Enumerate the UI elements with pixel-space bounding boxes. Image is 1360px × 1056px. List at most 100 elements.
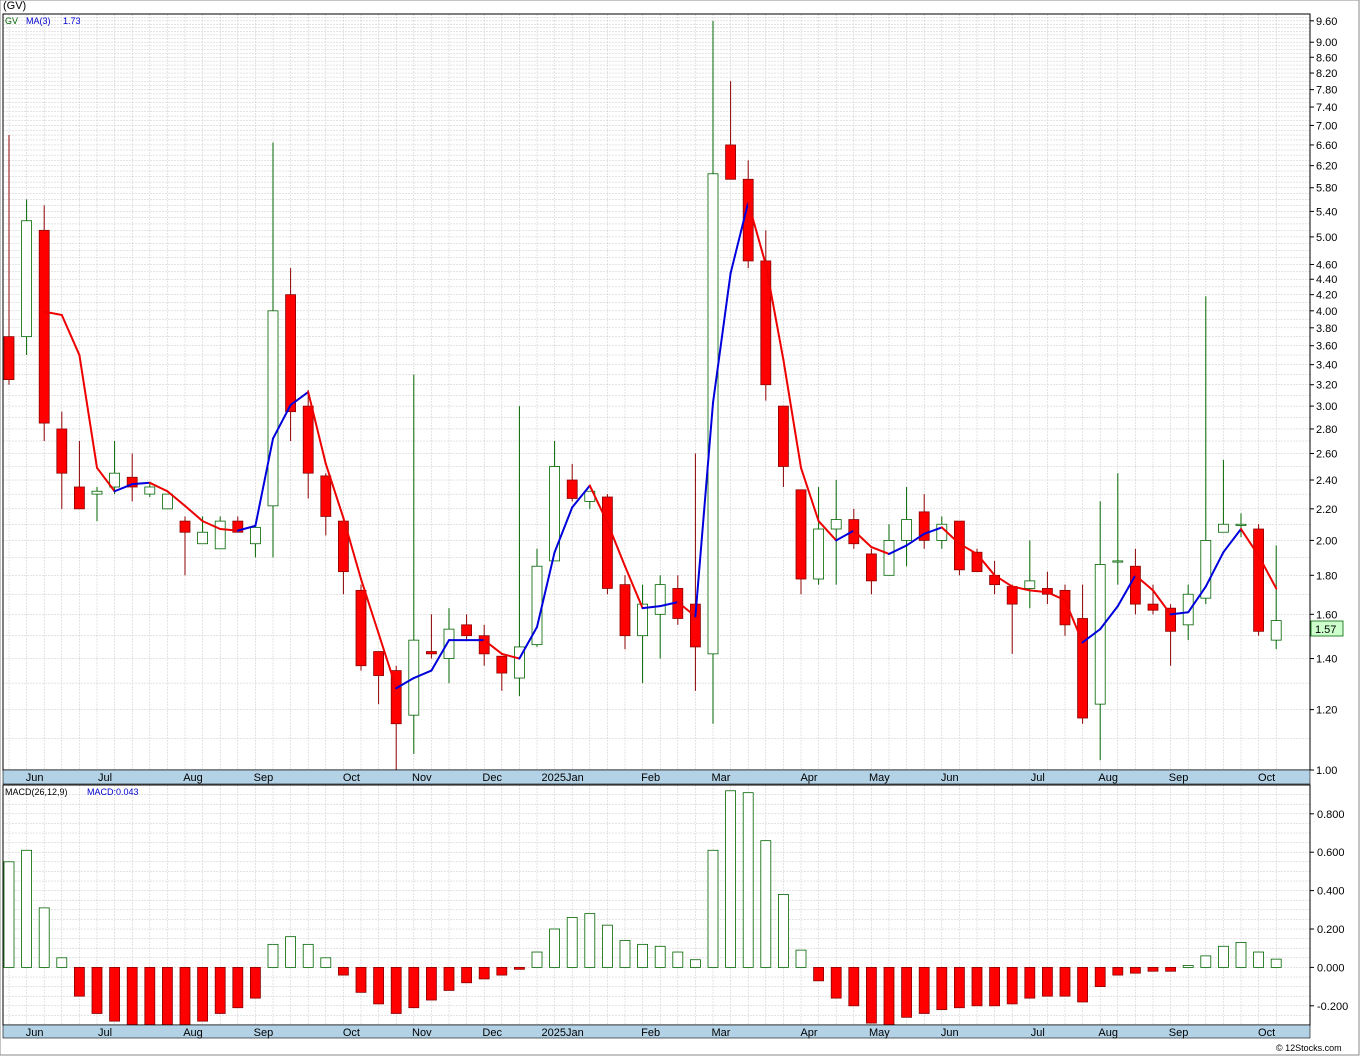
macd-y-label: -0.200 [1317, 1001, 1348, 1013]
macd-bar [408, 967, 420, 1009]
price-x-label: Oct [343, 772, 360, 784]
macd-bar [214, 967, 226, 1014]
macd-bar [285, 936, 297, 968]
candle-body [830, 519, 842, 530]
price-y-label: 3.20 [1316, 380, 1337, 392]
candle-body [619, 584, 631, 637]
candle-body [179, 520, 191, 533]
macd-bar [707, 849, 719, 968]
price-y-label: 1.60 [1316, 609, 1337, 621]
macd-bar [531, 951, 543, 968]
price-y-label: 9.60 [1316, 16, 1337, 28]
macd-bar [443, 967, 455, 991]
price-x-label: Nov [412, 772, 432, 784]
candle-body [813, 528, 824, 580]
macd-bar [373, 967, 385, 1005]
price-y-label: 7.00 [1316, 120, 1337, 132]
macd-bar [549, 928, 560, 968]
macd-bar [390, 967, 402, 1014]
legend-ma-value: 1.73 [63, 16, 81, 26]
price-y-label: 8.20 [1316, 68, 1337, 80]
candle-body [285, 294, 297, 413]
macd-bar [179, 967, 191, 1026]
legend-ma-label: MA(3) [26, 16, 51, 26]
candle-body [197, 531, 209, 545]
legend-macd-value: MACD:0.043 [87, 787, 139, 797]
price-x-label: Sep [1169, 772, 1189, 784]
price-y-label: 5.80 [1316, 183, 1337, 195]
macd-y-label: 0.600 [1317, 847, 1345, 859]
macd-bar [1077, 967, 1088, 1003]
candle-body [1200, 540, 1212, 599]
macd-bar [1042, 967, 1053, 997]
macd-bar [56, 957, 68, 968]
macd-bar [866, 967, 877, 1024]
price-y-label: 5.00 [1316, 232, 1337, 244]
macd-bar [989, 967, 1000, 1007]
macd-bar [355, 967, 367, 993]
price-x-label: Mar [712, 772, 731, 784]
price-y-label: 3.00 [1316, 401, 1337, 413]
price-y-label: 3.40 [1316, 360, 1337, 372]
macd-bar [1112, 967, 1124, 976]
stock-chart: Jun Jul Aug Sep Oct Nov Dec 2025Jan Feb Mar Apr May… [0, 0, 1360, 1056]
candle-body [443, 628, 455, 659]
candle-body [425, 651, 437, 655]
macd-y-label: 0.200 [1317, 924, 1345, 936]
macd-bar [21, 849, 33, 968]
candle-body [355, 589, 367, 667]
legend-symbol: GV [5, 16, 18, 26]
macd-bar [918, 967, 930, 1014]
price-x-label: Sep [254, 772, 274, 784]
macd-x-label: Aug [183, 1027, 203, 1039]
price-y-label: 1.80 [1316, 570, 1337, 582]
macd-bar [760, 840, 772, 968]
candle-body [1253, 528, 1264, 632]
macd-y-label: 0.400 [1317, 886, 1345, 898]
macd-bar [672, 951, 684, 968]
symbol-header: (GV) [3, 0, 26, 12]
macd-bar [725, 790, 736, 968]
candle-body [56, 428, 68, 474]
candle-body [214, 520, 226, 550]
price-x-label: Aug [1098, 772, 1118, 784]
macd-bar [337, 967, 349, 976]
price-x-label: Jun [26, 772, 44, 784]
macd-x-label: Jun [941, 1027, 959, 1039]
candle-body [778, 405, 789, 467]
candle-body [866, 553, 877, 582]
macd-bar [901, 967, 912, 1018]
macd-bar [848, 967, 860, 1007]
macd-bar [883, 967, 895, 1026]
candle-body [302, 405, 314, 474]
macd-x-label: Oct [343, 1027, 360, 1039]
macd-x-label: 2025Jan [541, 1027, 583, 1039]
macd-bar [109, 967, 120, 1022]
macd-bar [1094, 967, 1106, 988]
macd-bar [232, 967, 244, 1009]
price-y-label: 8.60 [1316, 52, 1337, 64]
macd-bar [3, 861, 15, 968]
macd-bar [778, 894, 789, 968]
candle-body [725, 144, 736, 180]
candle-body [38, 229, 50, 424]
price-y-label: 9.00 [1316, 37, 1337, 49]
candle-body [373, 651, 385, 676]
macd-bar [91, 967, 103, 1014]
macd-x-label: Apr [800, 1027, 817, 1039]
macd-bar [602, 924, 613, 968]
macd-bar [1130, 967, 1141, 974]
candle-body [883, 540, 895, 576]
candle-body [602, 496, 613, 589]
price-x-label: Jun [941, 772, 959, 784]
macd-bar [795, 949, 807, 968]
candle-body [654, 584, 666, 615]
candle-body [901, 519, 912, 541]
price-x-label: May [869, 772, 890, 784]
macd-bar [584, 913, 596, 968]
macd-bar [302, 943, 314, 968]
macd-bar [126, 967, 138, 1026]
candle-body [549, 466, 560, 562]
price-y-label: 4.20 [1316, 290, 1337, 302]
macd-bar [267, 943, 279, 968]
